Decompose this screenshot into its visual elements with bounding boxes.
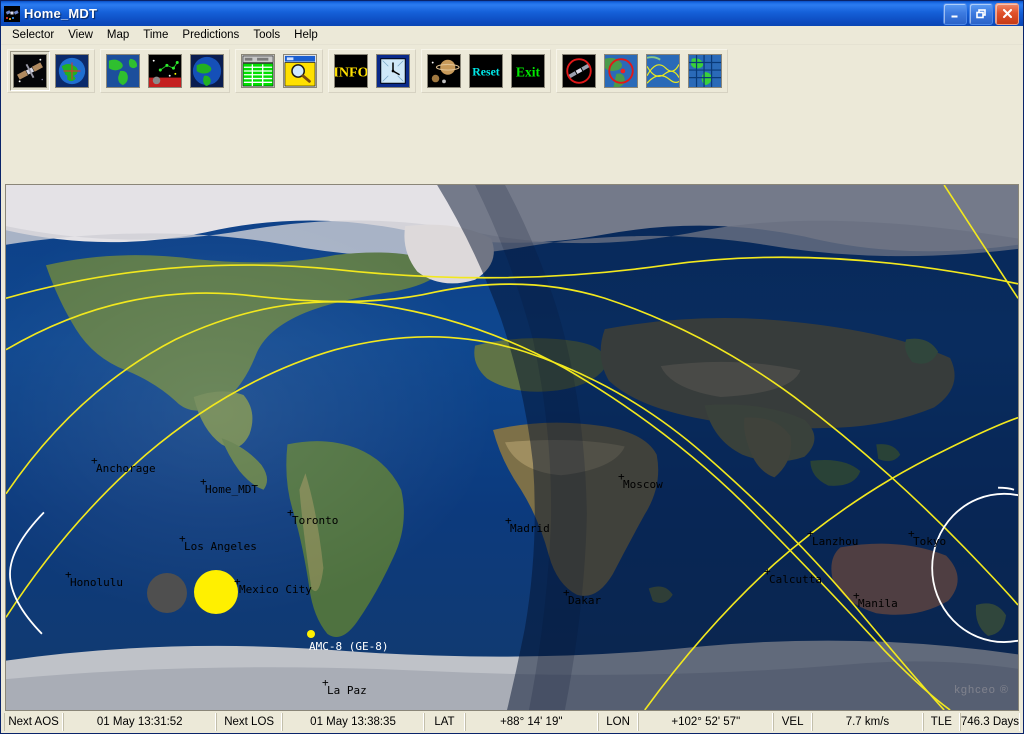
lon-value: +102° 52' 57" — [638, 713, 774, 731]
table-icon — [241, 54, 275, 88]
reset-button[interactable]: Reset — [466, 51, 506, 91]
map-graphics — [6, 185, 1018, 710]
city-label-honolulu: Honolulu — [70, 576, 123, 589]
app-icon — [4, 5, 20, 22]
satellite-marker-amc8[interactable] — [307, 630, 315, 638]
satellite-label-amc8: AMC-8 (GE-8) — [309, 640, 389, 653]
close-button[interactable] — [995, 2, 1019, 25]
city-label-los-angeles: Los Angeles — [184, 540, 257, 553]
toolbar: INFO Reset Exit — [1, 45, 1023, 95]
info-button[interactable]: INFO — [331, 51, 371, 91]
next-aos-value: 01 May 13:31:52 — [63, 713, 217, 731]
sun-marker — [194, 570, 238, 614]
status-bar: Next AOS 01 May 13:31:52 Next LOS 01 May… — [1, 711, 1023, 733]
menu-selector[interactable]: Selector — [5, 28, 61, 42]
globe-view-button[interactable] — [52, 51, 92, 91]
city-label-calcutta: Calcutta — [769, 573, 822, 586]
data-panel: RA 18h 29m 15s AZ 234.2° HGT 287.9 km DE… — [1, 95, 1023, 277]
next-los-value: 01 May 13:38:35 — [281, 713, 425, 731]
menu-time[interactable]: Time — [136, 28, 175, 42]
search-button[interactable] — [280, 51, 320, 91]
city-label-tokyo: Tokyo — [913, 535, 947, 548]
earth-icon — [190, 54, 224, 88]
moon-marker — [147, 573, 187, 613]
exit-text-icon: Exit — [511, 54, 545, 88]
window-title: Home_MDT — [24, 6, 98, 21]
hide-satellite-button[interactable] — [559, 51, 599, 91]
data-table-button[interactable] — [238, 51, 278, 91]
tle-value: 746.3 Days — [959, 713, 1021, 731]
observer-label: Home_MDT — [205, 483, 258, 496]
clock-icon — [376, 54, 410, 88]
grid-button[interactable] — [685, 51, 725, 91]
grid-icon — [688, 54, 722, 88]
tle-label: TLE — [922, 713, 960, 731]
orbit-tracks-icon — [646, 54, 680, 88]
reset-text-icon: Reset — [469, 54, 503, 88]
menu-help[interactable]: Help — [287, 28, 325, 42]
satellite-view-button[interactable] — [10, 51, 50, 91]
ground-track-button[interactable] — [643, 51, 683, 91]
menu-predictions[interactable]: Predictions — [175, 28, 246, 42]
earth-view-button[interactable] — [187, 51, 227, 91]
planets-button[interactable] — [424, 51, 464, 91]
lon-label: LON — [597, 713, 639, 731]
svg-text:INFO: INFO — [334, 65, 368, 81]
menu-view[interactable]: View — [61, 28, 100, 42]
globe-icon — [55, 54, 89, 88]
minimize-button[interactable] — [943, 2, 967, 25]
planets-icon — [427, 54, 461, 88]
menu-tools[interactable]: Tools — [246, 28, 287, 42]
hide-footprint-button[interactable] — [601, 51, 641, 91]
city-label-lanzhou: Lanzhou — [812, 535, 859, 548]
menu-bar: Selector View Map Time Predictions Tools… — [1, 26, 1023, 45]
toolbar-group-actions: Reset Exit — [421, 49, 551, 93]
toolbar-group-info: INFO — [328, 49, 416, 93]
sky-view-button[interactable] — [145, 51, 185, 91]
world-map[interactable]: + Home_MDT + Anchorage + Toronto + Los A… — [6, 185, 1018, 710]
city-label-dakar: Dakar — [568, 594, 602, 607]
application-window: Home_MDT Selector View Map Time Predicti — [0, 0, 1024, 734]
lat-value: +88° 14' 19" — [464, 713, 598, 731]
toolbar-group-data — [235, 49, 323, 93]
city-label-anchorage: Anchorage — [96, 462, 156, 475]
no-satellite-icon — [562, 54, 596, 88]
window-buttons — [943, 2, 1021, 25]
exit-button[interactable]: Exit — [508, 51, 548, 91]
svg-text:Exit: Exit — [516, 65, 541, 80]
city-label-manila: Manila — [858, 597, 898, 610]
menu-map[interactable]: Map — [100, 28, 136, 42]
city-label-moscow: Moscow — [623, 478, 663, 491]
restore-button[interactable] — [969, 2, 993, 25]
next-los-label: Next LOS — [216, 713, 282, 731]
city-label-toronto: Toronto — [292, 514, 339, 527]
city-label-madrid: Madrid — [510, 522, 550, 535]
world-map-icon — [106, 54, 140, 88]
toolbar-group-views — [7, 49, 95, 93]
vel-value: 7.7 km/s — [812, 713, 923, 731]
city-label-mexico-city: Mexico City — [239, 583, 312, 596]
map-watermark: kghceo ® — [954, 684, 1009, 696]
toolbar-group-overlays — [556, 49, 728, 93]
world-map-button[interactable] — [103, 51, 143, 91]
city-label-la-paz: La Paz — [327, 684, 367, 697]
map-panel[interactable]: + Home_MDT + Anchorage + Toronto + Los A… — [5, 184, 1019, 711]
title-bar: Home_MDT — [1, 1, 1023, 26]
satellite-icon — [13, 54, 47, 88]
svg-text:Reset: Reset — [472, 66, 499, 79]
clock-button[interactable] — [373, 51, 413, 91]
no-footprint-icon — [604, 54, 638, 88]
magnifier-icon — [283, 54, 317, 88]
toolbar-group-maps — [100, 49, 230, 93]
next-aos-label: Next AOS — [4, 713, 64, 731]
star-chart-icon — [148, 54, 182, 88]
lat-label: LAT — [424, 713, 465, 731]
vel-label: VEL — [773, 713, 813, 731]
info-text-icon: INFO — [334, 54, 368, 88]
